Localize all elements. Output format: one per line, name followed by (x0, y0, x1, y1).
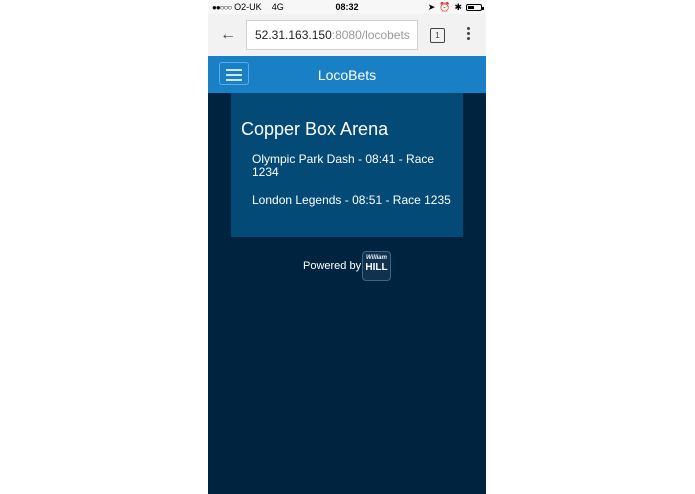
race-link[interactable]: Olympic Park Dash - 08:41 - Race 1234 (252, 153, 452, 179)
venue-title: Copper Box Arena (241, 119, 389, 139)
overflow-menu-icon[interactable] (464, 25, 472, 45)
logo-hill-text: HILL (365, 262, 388, 273)
back-arrow-icon[interactable]: ← (220, 26, 238, 44)
app-title: LocoBets (317, 67, 377, 83)
url-path: :8080/locobets (331, 28, 410, 42)
url-host: 52.31.163.150 (255, 28, 332, 42)
bluetooth-icon: ✱ (454, 2, 462, 12)
battery-icon (466, 4, 484, 11)
venue-card: Copper Box Arena Olympic Park Dash - 08:… (231, 93, 463, 237)
status-bar: ●●○○○ O2-UK 4G 08:32 ➤ ⏰ ✱ (208, 0, 486, 14)
phone-screen: ●●○○○ O2-UK 4G 08:32 ➤ ⏰ ✱ ← 52.31.163.1… (208, 0, 486, 494)
powered-by-label: Powered by (303, 260, 362, 272)
url-bar[interactable]: 52.31.163.150:8080/locobets (246, 20, 418, 50)
race-link[interactable]: London Legends - 08:51 - Race 1235 (252, 194, 452, 207)
logo-script-text: William (366, 255, 387, 261)
william-hill-logo: William HILL (362, 251, 391, 281)
alarm-icon: ⏰ (439, 2, 451, 12)
tab-switcher-button[interactable]: 1 (430, 28, 445, 43)
location-icon: ➤ (427, 2, 436, 12)
browser-toolbar: ← 52.31.163.150:8080/locobets 1 (208, 14, 486, 56)
powered-by-footer: Powered by William HILL (208, 251, 486, 281)
status-right: ➤ ⏰ ✱ (427, 2, 484, 13)
app-header: LocoBets (208, 56, 486, 93)
